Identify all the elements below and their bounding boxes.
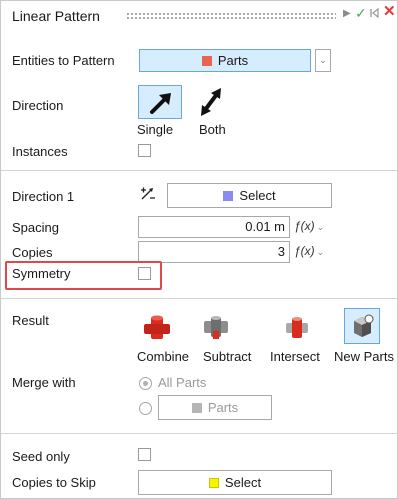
merge-parts-selector[interactable]: Parts bbox=[158, 395, 272, 420]
result-subtract-label: Subtract bbox=[203, 349, 252, 364]
check-icon[interactable]: ✓ bbox=[355, 5, 367, 21]
single-arrow-icon bbox=[150, 93, 171, 114]
direction1-label: Direction 1 bbox=[12, 189, 75, 204]
result-new-parts-button[interactable] bbox=[344, 308, 380, 344]
close-icon[interactable]: ✕ bbox=[383, 4, 396, 20]
entities-selector[interactable]: Parts bbox=[139, 49, 311, 72]
drag-grip[interactable] bbox=[126, 12, 336, 20]
fx-icon: ƒ(x) bbox=[294, 244, 315, 258]
separator bbox=[1, 170, 397, 171]
copies-label: Copies bbox=[12, 245, 53, 260]
result-combine-button[interactable] bbox=[138, 311, 176, 343]
copies-to-skip-select-button[interactable]: Select bbox=[138, 470, 332, 495]
direction-single-label: Single bbox=[137, 122, 174, 137]
separator bbox=[1, 298, 397, 299]
reset-icon[interactable] bbox=[370, 6, 379, 22]
linear-pattern-panel: Linear Pattern ▶ ✓ ✕ Entities to Pattern… bbox=[0, 0, 398, 499]
flip-direction-icon[interactable] bbox=[139, 185, 159, 203]
seed-only-label: Seed only bbox=[12, 449, 70, 464]
result-subtract-button[interactable] bbox=[197, 311, 235, 343]
result-combine-label: Combine bbox=[137, 349, 190, 364]
merge-all-parts-radio[interactable] bbox=[139, 377, 152, 390]
direction1-value: Select bbox=[239, 188, 276, 203]
merge-label: Merge with bbox=[12, 375, 76, 390]
merge-parts-value: Parts bbox=[207, 400, 239, 415]
copies-input[interactable]: 3 bbox=[138, 241, 290, 263]
result-label: Result bbox=[12, 313, 49, 328]
chevron-down-icon[interactable]: ⌄ bbox=[315, 49, 331, 72]
select-swatch-icon bbox=[223, 190, 234, 201]
fx-icon: ƒ(x) bbox=[294, 219, 315, 233]
intersect-icon bbox=[286, 317, 308, 338]
select-swatch-icon bbox=[208, 477, 219, 488]
chevron-down-icon: ⌄ bbox=[316, 247, 325, 257]
instances-checkbox[interactable] bbox=[138, 144, 151, 157]
direction-both-label: Both bbox=[199, 122, 226, 137]
parts-swatch-icon bbox=[191, 402, 202, 413]
seed-only-checkbox[interactable] bbox=[138, 448, 151, 461]
result-new-parts-label: New Parts bbox=[334, 349, 394, 364]
spacing-fx-button[interactable]: ƒ(x) ⌄ bbox=[294, 219, 324, 233]
direction-label: Direction bbox=[12, 98, 64, 113]
chevron-down-icon: ⌄ bbox=[316, 222, 325, 232]
separator bbox=[1, 433, 397, 434]
merge-parts-radio[interactable] bbox=[139, 402, 152, 415]
copies-to-skip-label: Copies to Skip bbox=[12, 475, 96, 490]
copies-to-skip-value: Select bbox=[224, 475, 262, 490]
play-icon[interactable]: ▶ bbox=[343, 6, 351, 22]
panel-title: Linear Pattern bbox=[12, 8, 100, 24]
subtract-icon bbox=[204, 316, 228, 339]
direction-both-button[interactable] bbox=[189, 85, 233, 119]
instances-label: Instances bbox=[12, 144, 68, 159]
entities-value: Parts bbox=[217, 53, 249, 68]
direction1-select-button[interactable]: Select bbox=[167, 183, 332, 208]
spacing-label: Spacing bbox=[12, 220, 59, 235]
spacing-input[interactable]: 0.01 m bbox=[138, 216, 290, 238]
result-intersect-button[interactable] bbox=[278, 311, 316, 343]
new-parts-icon bbox=[354, 314, 374, 337]
combine-icon bbox=[144, 315, 170, 339]
result-intersect-label: Intersect bbox=[270, 349, 320, 364]
entities-label: Entities to Pattern bbox=[12, 53, 115, 68]
double-arrow-icon bbox=[201, 88, 221, 116]
symmetry-highlight-box bbox=[5, 261, 162, 290]
merge-all-parts-label: All Parts bbox=[158, 375, 207, 390]
direction-single-button[interactable] bbox=[138, 85, 182, 119]
copies-fx-button[interactable]: ƒ(x) ⌄ bbox=[294, 244, 324, 258]
parts-swatch-icon bbox=[201, 55, 212, 66]
